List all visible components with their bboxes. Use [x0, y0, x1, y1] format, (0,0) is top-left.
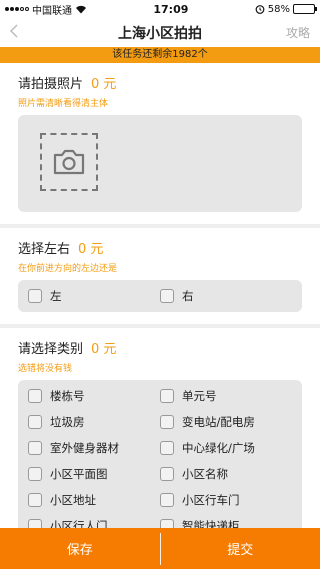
category-option[interactable]: 小区平面图	[28, 461, 160, 487]
category-option[interactable]: 垃圾房	[28, 409, 160, 435]
guide-link[interactable]: 攻略	[270, 24, 310, 41]
option-label: 小区平面图	[50, 467, 108, 481]
status-bar: 中国联通 17:09 58%	[0, 0, 320, 18]
option-label: 右	[182, 289, 194, 303]
option-label: 左	[50, 289, 62, 303]
option-label: 垃圾房	[50, 415, 85, 429]
battery-percent: 58%	[267, 3, 290, 15]
status-time: 17:09	[153, 2, 189, 16]
side-price: 0 元	[78, 242, 104, 257]
checkbox[interactable]	[28, 467, 42, 481]
option-label: 单元号	[182, 389, 217, 403]
option-label: 楼栋号	[50, 389, 85, 403]
side-section: 选择左右 0 元 在你前进方向的左边还是 左 右	[0, 228, 320, 318]
nav-bar: 上海小区拍拍 攻略	[0, 18, 320, 47]
alarm-icon	[255, 5, 265, 14]
photo-hint: 照片需清晰看得清主体	[18, 99, 109, 109]
checkbox[interactable]	[160, 441, 174, 455]
camera-icon	[53, 149, 85, 175]
option-label: 小区行车门	[182, 493, 240, 507]
bottom-action-bar: 保存 提交	[0, 528, 320, 569]
checkbox[interactable]	[28, 441, 42, 455]
page-title: 上海小区拍拍	[118, 25, 202, 42]
checkbox[interactable]	[160, 493, 174, 507]
photo-section: 请拍摄照片 0 元 照片需清晰看得清主体	[0, 63, 320, 218]
category-option[interactable]: 中心绿化/广场	[160, 435, 292, 461]
side-heading: 选择左右 0 元	[18, 238, 302, 257]
save-button[interactable]: 保存	[0, 539, 160, 558]
signal-icon	[5, 7, 29, 11]
option-label: 中心绿化/广场	[182, 441, 255, 455]
checkbox[interactable]	[160, 289, 174, 303]
photo-upload-area[interactable]	[18, 115, 302, 212]
form-content[interactable]: 请拍摄照片 0 元 照片需清晰看得清主体 选择左右 0 元 在你前进方向的左边还…	[0, 63, 320, 545]
category-price: 0 元	[91, 342, 117, 357]
checkbox[interactable]	[28, 415, 42, 429]
checkbox[interactable]	[28, 389, 42, 403]
option-label: 室外健身器材	[50, 441, 119, 455]
side-options: 左 右	[18, 280, 302, 312]
category-options: 楼栋号 单元号 垃圾房 变电站/配电房 室外健身器材 中心绿化/广场 小区平面图…	[18, 380, 302, 542]
option-label: 小区名称	[182, 467, 228, 481]
status-right: 58%	[255, 3, 317, 15]
category-option[interactable]: 楼栋号	[28, 383, 160, 409]
button-separator	[159, 532, 161, 565]
category-option[interactable]: 小区名称	[160, 461, 292, 487]
option-label: 变电站/配电房	[182, 415, 255, 429]
category-hint: 选错将没有钱	[18, 364, 73, 374]
category-option[interactable]: 小区行车门	[160, 487, 292, 513]
checkbox[interactable]	[160, 467, 174, 481]
checkbox[interactable]	[160, 415, 174, 429]
submit-button[interactable]: 提交	[161, 539, 320, 558]
option-right[interactable]: 右	[160, 283, 292, 309]
option-left[interactable]: 左	[28, 283, 160, 309]
photo-heading: 请拍摄照片 0 元	[18, 73, 302, 92]
category-heading: 请选择类别 0 元	[18, 338, 302, 357]
category-option[interactable]: 变电站/配电房	[160, 409, 292, 435]
carrier-label: 中国联通	[32, 5, 72, 17]
category-option[interactable]: 小区地址	[28, 487, 160, 513]
chevron-left-icon	[9, 24, 18, 38]
battery-icon	[293, 4, 317, 14]
checkbox[interactable]	[28, 493, 42, 507]
photo-title: 请拍摄照片	[18, 77, 84, 92]
photo-placeholder[interactable]	[40, 133, 98, 191]
option-label: 小区地址	[50, 493, 96, 507]
side-title: 选择左右	[18, 242, 71, 257]
task-remaining-banner: 该任务还剩余1982个	[0, 47, 320, 63]
category-section: 请选择类别 0 元 选错将没有钱 楼栋号 单元号 垃圾房 变电站/配电房 室外健…	[0, 328, 320, 545]
photo-price: 0 元	[91, 77, 117, 92]
checkbox[interactable]	[28, 289, 42, 303]
back-button[interactable]	[9, 23, 50, 42]
checkbox[interactable]	[160, 389, 174, 403]
wifi-icon	[76, 5, 86, 13]
side-hint: 在你前进方向的左边还是	[18, 264, 118, 274]
category-option[interactable]: 单元号	[160, 383, 292, 409]
status-left: 中国联通	[5, 2, 87, 17]
category-option[interactable]: 室外健身器材	[28, 435, 160, 461]
category-title: 请选择类别	[18, 342, 84, 357]
